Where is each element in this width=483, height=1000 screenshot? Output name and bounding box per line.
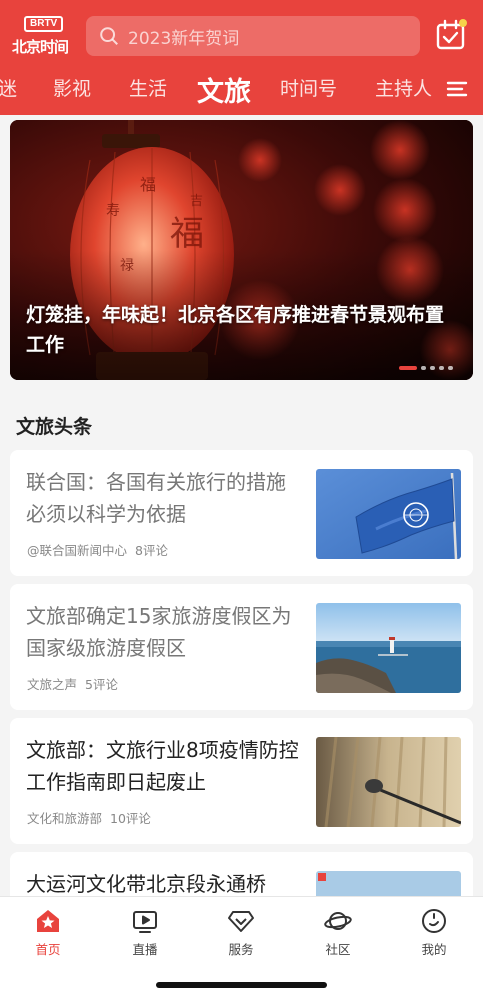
planet-icon [324, 912, 352, 930]
channel-tabs: 迷 影视 生活 文旅 时间号 主持人 [0, 66, 483, 112]
search-bar[interactable]: 2023新年贺词 [86, 16, 420, 56]
nav-profile[interactable]: 我的 [399, 907, 469, 958]
nav-services[interactable]: 服务 [206, 907, 276, 958]
microphone-thumbnail [316, 737, 461, 827]
tab-partial[interactable]: 迷 [0, 74, 17, 101]
nav-live[interactable]: 直播 [110, 907, 180, 958]
nav-community[interactable]: 社区 [303, 907, 373, 958]
nav-label: 我的 [421, 942, 447, 957]
tab-film[interactable]: 影视 [53, 74, 91, 101]
news-title: 文旅部：文旅行业8项疫情防控工作指南即日起废止 [26, 738, 299, 794]
nav-label: 社区 [325, 942, 351, 957]
carousel-dot [430, 366, 435, 370]
carousel-indicator [399, 366, 453, 370]
news-source: 文化和旅游部 [27, 811, 103, 826]
hero-title: 灯笼挂，年味起！北京各区有序推进春节景观布置工作 [26, 304, 445, 356]
news-card[interactable]: 文旅部确定15家旅游度假区为国家级旅游度假区 文旅之声 5评论 [10, 584, 473, 710]
carousel-dot [399, 366, 417, 370]
carousel-dot [439, 366, 444, 370]
news-title: 联合国：各国有关旅行的措施必须以科学为依据 [26, 470, 286, 526]
tab-culture-travel[interactable]: 文旅 [197, 70, 251, 109]
home-indicator [156, 982, 327, 988]
section-title: 文旅头条 [16, 416, 93, 438]
news-source: @联合国新闻中心 [27, 543, 128, 558]
news-title: 文旅部确定15家旅游度假区为国家级旅游度假区 [26, 604, 292, 660]
news-card[interactable]: 文旅部：文旅行业8项疫情防控工作指南即日起废止 文化和旅游部 10评论 [10, 718, 473, 844]
notification-dot [459, 19, 467, 27]
tab-time-account[interactable]: 时间号 [280, 74, 337, 101]
search-placeholder: 2023新年贺词 [128, 28, 240, 49]
tab-hosts[interactable]: 主持人 [375, 74, 432, 101]
search-icon [100, 27, 118, 45]
diamond-icon [228, 911, 254, 932]
live-tv-icon [133, 911, 157, 933]
news-comments: 10评论 [110, 811, 151, 826]
logo-badge: BRTV [24, 16, 64, 32]
news-meta: @联合国新闻中心 8评论 [27, 540, 168, 559]
menu-icon[interactable] [446, 80, 468, 98]
coast-thumbnail [316, 603, 461, 693]
brtv-logo[interactable]: BRTV 北京时间 [12, 14, 74, 60]
app-header: BRTV 北京时间 2023新年贺词 迷 影视 生活 文旅 时间号 主持人 [0, 0, 483, 115]
nav-label: 直播 [132, 942, 158, 957]
un-flag-thumbnail [316, 469, 461, 559]
carousel-dot [421, 366, 426, 370]
news-source: 文旅之声 [27, 677, 78, 692]
logo-text: 北京时间 [12, 38, 69, 56]
home-star-icon [37, 910, 59, 932]
news-meta: 文旅之声 5评论 [27, 674, 118, 693]
profile-icon [422, 909, 446, 933]
news-meta: 文化和旅游部 10评论 [27, 808, 151, 827]
nav-label: 服务 [228, 942, 254, 957]
hero-banner[interactable]: 福 寿 福 禄 吉 灯笼挂，年味起！北京各区有序推进春节景观布置工作 [10, 120, 473, 380]
nav-label: 首页 [35, 942, 61, 957]
tab-life[interactable]: 生活 [129, 74, 167, 101]
news-card[interactable]: 联合国：各国有关旅行的措施必须以科学为依据 @联合国新闻中心 8评论 [10, 450, 473, 576]
news-comments: 5评论 [85, 677, 118, 692]
news-comments: 8评论 [135, 543, 168, 558]
nav-home[interactable]: 首页 [13, 907, 83, 958]
checkin-calendar-button[interactable] [434, 18, 468, 52]
carousel-dot [448, 366, 453, 370]
